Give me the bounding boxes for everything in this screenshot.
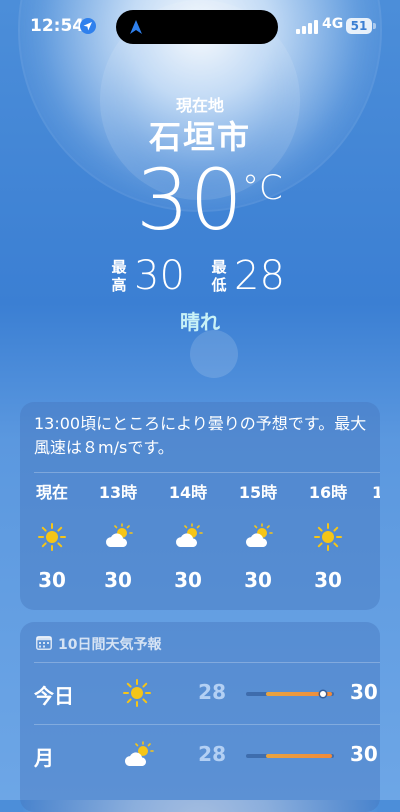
hour-temp: 30 xyxy=(38,568,66,592)
network-type: 4G xyxy=(322,16,344,32)
status-bar: 12:54 4G 51 xyxy=(0,0,400,56)
high-value: 30 xyxy=(134,253,185,299)
hour-label: 13時 xyxy=(98,483,138,502)
low-value: 28 xyxy=(234,253,285,299)
hour-temp: 30 xyxy=(104,568,132,592)
hour-temp: 30 xyxy=(244,568,272,592)
hour-item-16: 16時 30 xyxy=(298,482,358,592)
day-high-temp: 30 xyxy=(350,680,378,704)
battery-level: 51 xyxy=(350,19,368,33)
hour-label: 16時 xyxy=(308,483,348,502)
hour-item-13: 13時 30 xyxy=(88,482,148,592)
divider xyxy=(34,662,380,663)
hour-item-partial: 1 xyxy=(366,482,380,504)
navigation-arrow-icon xyxy=(130,20,142,34)
hour-temp: 30 xyxy=(174,568,202,592)
partly-cloudy-icon xyxy=(124,741,154,766)
calendar-icon xyxy=(36,636,52,650)
dynamic-island xyxy=(116,10,278,44)
hour-label: 15時 xyxy=(238,483,278,502)
temperature-value: 30 xyxy=(136,151,243,249)
hourly-forecast-card[interactable]: 13:00頃にところにより曇りの予想です。最大風速は８m/sです。 現在 30 … xyxy=(20,402,380,610)
day-low-temp: 28 xyxy=(198,680,226,704)
day-high-temp: 30 xyxy=(350,742,378,766)
low-label: 最低 xyxy=(211,258,227,294)
sun-icon xyxy=(123,679,151,707)
day-low-temp: 28 xyxy=(198,742,226,766)
sun-icon xyxy=(314,523,342,551)
hour-item-14: 14時 30 xyxy=(158,482,218,592)
hour-item-15: 15時 30 xyxy=(228,482,288,592)
current-temperature: 30 °C xyxy=(130,150,310,250)
high-low: 最高 30 最低 28 xyxy=(110,254,300,298)
current-temp-marker xyxy=(320,691,326,697)
temp-range-bar xyxy=(246,754,334,758)
daily-title: 10日間天気予報 xyxy=(58,637,162,653)
weather-condition: 晴れ xyxy=(180,310,220,334)
forecast-summary: 13:00頃にところにより曇りの予想です。最大風速は８m/sです。 xyxy=(34,414,367,457)
temp-range-bar xyxy=(246,691,334,697)
partly-cloudy-icon xyxy=(105,523,133,547)
hourly-list[interactable]: 現在 30 13時 30 14時 30 15時 30 16時 30 1 xyxy=(20,482,380,602)
battery-icon: 51 xyxy=(346,18,372,34)
temp-range-fill xyxy=(266,754,332,758)
partly-cloudy-icon xyxy=(245,523,273,547)
battery-tip xyxy=(373,23,376,29)
day-name: 月 xyxy=(34,746,54,770)
hour-label: 14時 xyxy=(168,483,208,502)
high-label: 最高 xyxy=(111,258,127,294)
hour-label: 1 xyxy=(372,483,380,502)
status-time: 12:54 xyxy=(30,16,85,36)
lens-flare xyxy=(190,330,238,378)
day-row-monday[interactable]: 月 28 30 xyxy=(20,728,380,784)
temperature-unit: °C xyxy=(242,168,283,208)
ten-day-forecast-card[interactable]: 10日間天気予報 今日 28 30 月 28 30 xyxy=(20,622,380,812)
hour-temp: 30 xyxy=(314,568,342,592)
day-row-today[interactable]: 今日 28 30 xyxy=(20,666,380,722)
divider xyxy=(34,472,380,473)
location-arrow-icon xyxy=(80,18,96,34)
hour-label: 現在 xyxy=(35,483,68,502)
day-name: 今日 xyxy=(34,684,74,708)
divider xyxy=(34,724,380,725)
partly-cloudy-icon xyxy=(175,523,203,547)
cellular-signal-icon xyxy=(296,20,318,34)
sun-icon xyxy=(38,523,66,551)
hour-item-now: 現在 30 xyxy=(22,482,82,592)
